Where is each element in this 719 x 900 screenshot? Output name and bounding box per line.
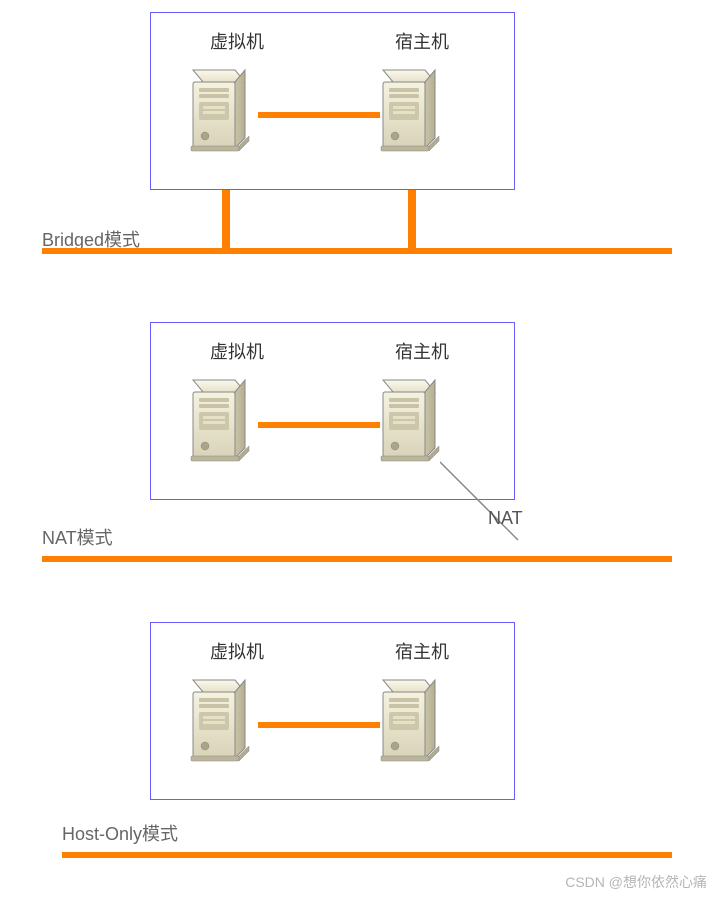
bridged-vm-drop bbox=[222, 190, 230, 248]
hostonly-vm-host-link bbox=[258, 722, 380, 728]
server-tower-icon bbox=[175, 60, 270, 160]
hostonly-host-label: 宿主机 bbox=[395, 638, 449, 664]
nat-mode-label: NAT模式 bbox=[42, 524, 113, 550]
nat-vm-server bbox=[175, 370, 270, 475]
bridged-vm-host-link bbox=[258, 112, 380, 118]
nat-text-label: NAT bbox=[488, 508, 523, 529]
nat-vm-label: 虚拟机 bbox=[210, 338, 264, 364]
watermark-text: CSDN @想你依然心痛 bbox=[565, 872, 707, 892]
hostonly-mode-label: Host-Only模式 bbox=[62, 820, 178, 846]
server-tower-icon bbox=[175, 370, 270, 470]
bridged-host-drop bbox=[408, 190, 416, 248]
server-tower-icon bbox=[365, 60, 460, 160]
server-tower-icon bbox=[365, 670, 460, 770]
bridged-vm-server bbox=[175, 60, 270, 165]
server-tower-icon bbox=[175, 670, 270, 770]
bridged-vm-label: 虚拟机 bbox=[210, 28, 264, 54]
hostonly-network-line bbox=[62, 852, 672, 858]
hostonly-vm-label: 虚拟机 bbox=[210, 638, 264, 664]
nat-vm-host-link bbox=[258, 422, 380, 428]
nat-connection-line bbox=[440, 452, 540, 552]
hostonly-vm-server bbox=[175, 670, 270, 775]
nat-network-line bbox=[42, 556, 672, 562]
bridged-host-label: 宿主机 bbox=[395, 28, 449, 54]
nat-host-label: 宿主机 bbox=[395, 338, 449, 364]
bridged-network-line bbox=[42, 248, 672, 254]
